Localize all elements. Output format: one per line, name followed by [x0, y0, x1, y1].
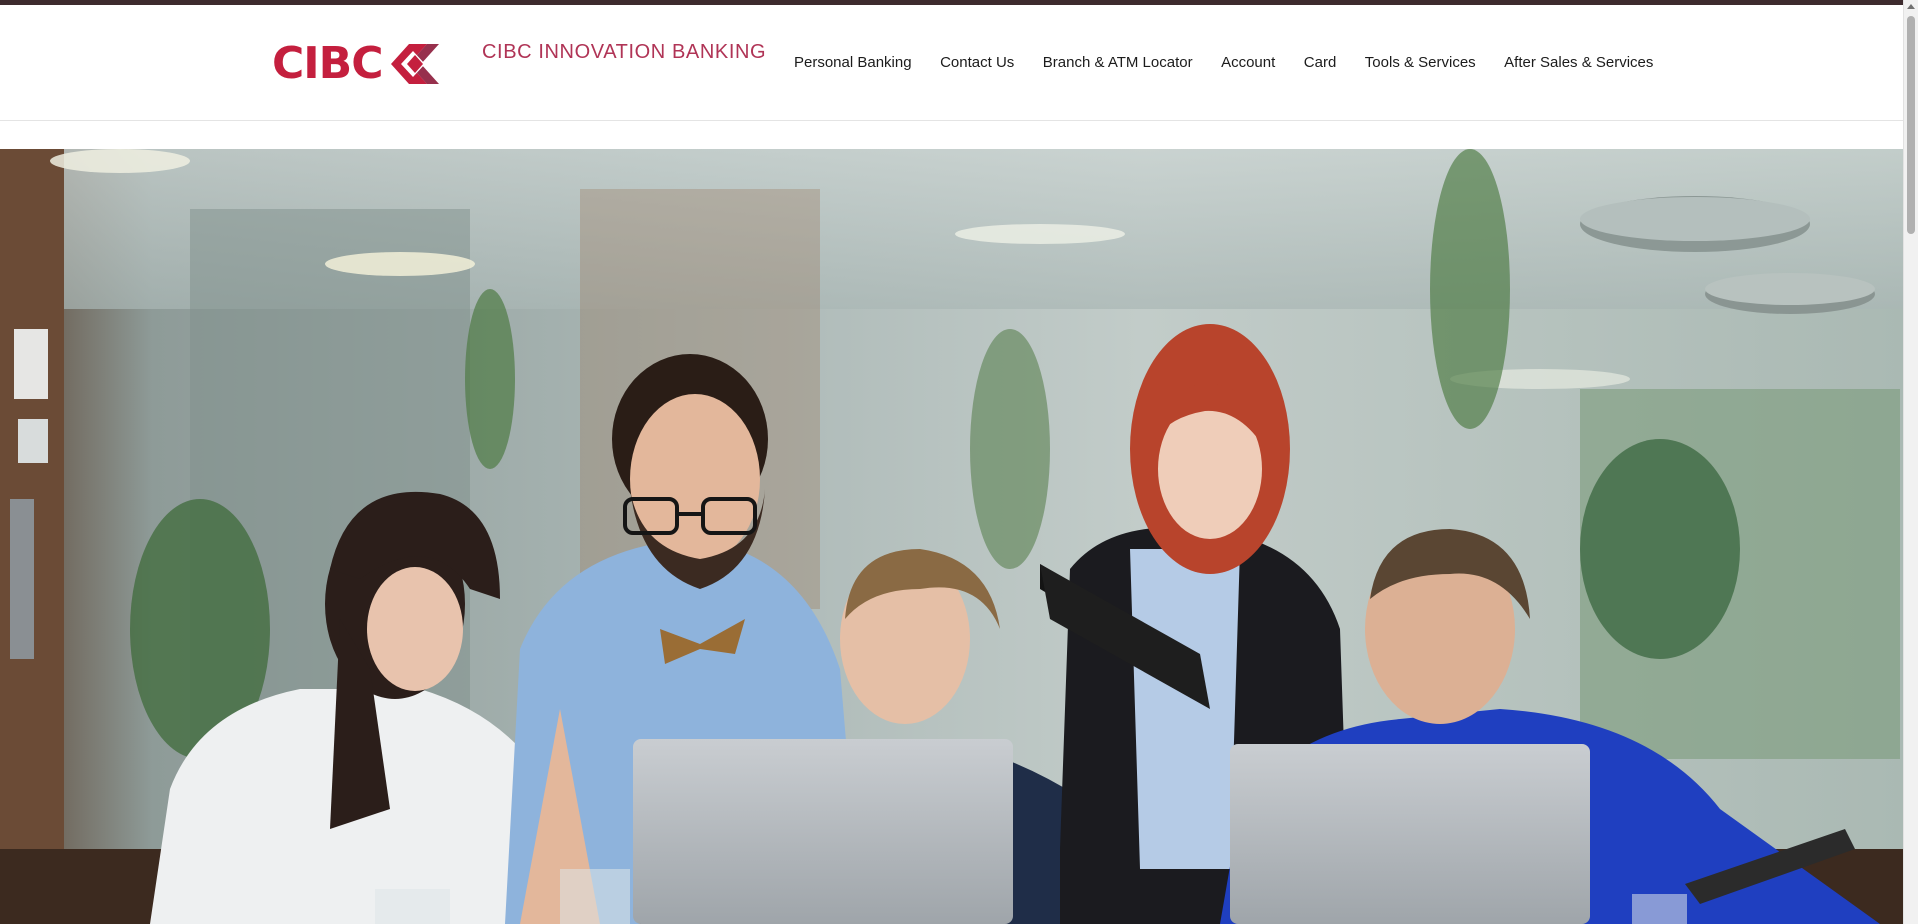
nav-after-sales-services[interactable]: After Sales & Services [1504, 53, 1653, 73]
scrollbar-thumb[interactable] [1907, 16, 1915, 234]
scroll-up-arrow-icon[interactable] [1907, 4, 1915, 9]
nav-tools-services[interactable]: Tools & Services [1365, 53, 1476, 73]
site-header: CIBC CIBC INNOVATION BANKING Personal Ba… [0, 5, 1904, 121]
nav-card[interactable]: Card [1304, 53, 1337, 73]
nav-branch-atm-locator[interactable]: Branch & ATM Locator [1043, 53, 1193, 73]
vertical-scrollbar[interactable] [1903, 0, 1918, 924]
sub-brand-title[interactable]: CIBC INNOVATION BANKING [482, 41, 766, 64]
cibc-logo[interactable]: CIBC [272, 39, 439, 89]
nav-contact-us[interactable]: Contact Us [940, 53, 1014, 73]
team-at-laptops-photo [0, 149, 1904, 924]
logo-wordmark: CIBC [272, 38, 383, 89]
nav-account[interactable]: Account [1221, 53, 1275, 73]
nav-personal-banking[interactable]: Personal Banking [794, 53, 912, 73]
main-navigation: Personal Banking Contact Us Branch & ATM… [794, 53, 1653, 73]
cibc-diamond-icon [390, 44, 439, 84]
hero-banner [0, 149, 1904, 924]
